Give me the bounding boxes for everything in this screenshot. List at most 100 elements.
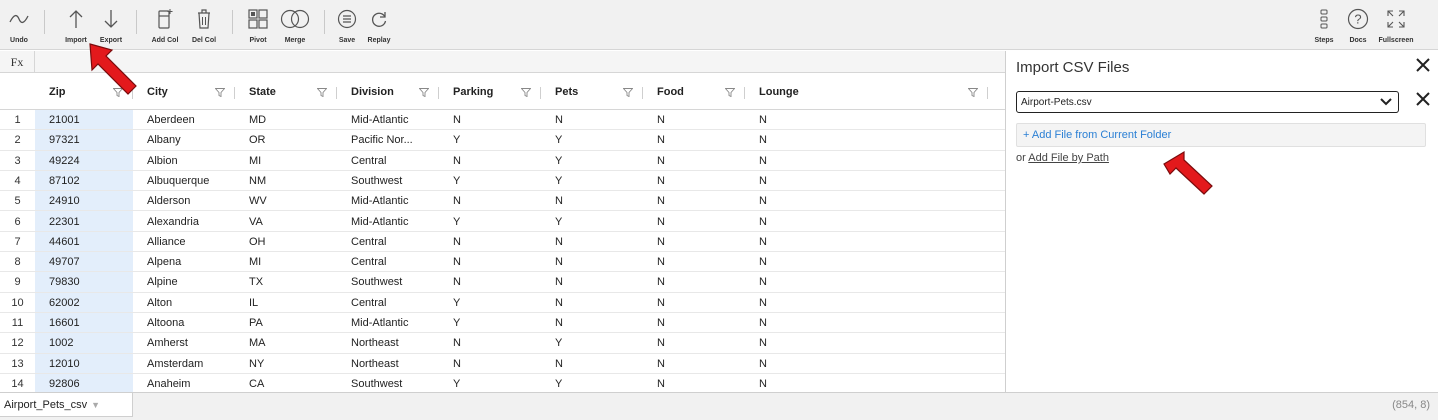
table-cell[interactable]: Alliance [147, 232, 235, 252]
table-cell[interactable]: PA [249, 313, 337, 333]
table-cell[interactable]: N [555, 252, 643, 272]
del-col-button[interactable]: Del Col [188, 4, 220, 44]
table-cell[interactable]: 97321 [49, 130, 133, 150]
table-cell[interactable]: N [453, 354, 541, 374]
filter-icon[interactable] [520, 88, 532, 100]
table-cell[interactable]: N [657, 272, 745, 292]
table-cell[interactable]: 62002 [49, 293, 133, 313]
table-cell[interactable]: Central [351, 252, 439, 272]
table-cell[interactable]: Mid-Atlantic [351, 313, 439, 333]
docs-button[interactable]: ? Docs [1344, 4, 1372, 44]
row-number[interactable]: 8 [0, 252, 35, 272]
file-select[interactable]: Airport-Pets.csv [1016, 91, 1399, 113]
table-cell[interactable]: 16601 [49, 313, 133, 333]
table-cell[interactable]: Alpine [147, 272, 235, 292]
table-cell[interactable]: Albany [147, 130, 235, 150]
table-cell[interactable]: N [759, 313, 988, 333]
column-header[interactable]: State [235, 74, 337, 110]
table-row[interactable]: 14 92806 Anaheim CA Southwest Y Y N N [0, 374, 1005, 392]
table-cell[interactable]: N [759, 212, 988, 232]
filter-icon[interactable] [622, 88, 634, 100]
table-row[interactable]: 13 12010 Amsterdam NY Northeast N N N N [0, 354, 1005, 374]
pivot-button[interactable]: Pivot [244, 4, 272, 44]
table-cell[interactable]: VA [249, 212, 337, 232]
filter-icon[interactable] [724, 88, 736, 100]
table-cell[interactable]: Y [555, 212, 643, 232]
table-cell[interactable]: Alexandria [147, 212, 235, 232]
row-number[interactable]: 1 [0, 110, 35, 130]
undo-button[interactable]: Undo [6, 4, 32, 44]
table-cell[interactable]: IL [249, 293, 337, 313]
column-header[interactable]: Parking [439, 74, 541, 110]
table-cell[interactable]: N [657, 374, 745, 392]
table-cell[interactable]: N [555, 272, 643, 292]
table-cell[interactable]: Albion [147, 151, 235, 171]
table-cell[interactable]: N [759, 272, 988, 292]
table-cell[interactable]: OR [249, 130, 337, 150]
table-cell[interactable]: Y [555, 151, 643, 171]
column-header[interactable]: Lounge [745, 74, 988, 110]
table-cell[interactable]: 87102 [49, 171, 133, 191]
row-number[interactable]: 13 [0, 354, 35, 374]
table-cell[interactable]: Anaheim [147, 374, 235, 392]
table-cell[interactable]: 44601 [49, 232, 133, 252]
table-cell[interactable]: N [759, 354, 988, 374]
add-file-current-folder-button[interactable]: + Add File from Current Folder [1016, 123, 1426, 147]
table-cell[interactable]: Alton [147, 293, 235, 313]
table-row[interactable]: 2 97321 Albany OR Pacific Nor... Y Y N N [0, 130, 1005, 151]
table-cell[interactable]: Y [555, 333, 643, 353]
table-row[interactable]: 11 16601 Altoona PA Mid-Atlantic Y N N N [0, 313, 1005, 334]
table-cell[interactable]: Southwest [351, 171, 439, 191]
table-cell[interactable]: N [453, 110, 541, 130]
sheet-tab[interactable]: Airport_Pets_csv ▼ [0, 393, 133, 417]
column-header[interactable]: City [133, 74, 235, 110]
save-button[interactable]: Save [334, 4, 360, 44]
table-cell[interactable]: WV [249, 191, 337, 211]
row-number[interactable]: 3 [0, 151, 35, 171]
table-cell[interactable]: Y [555, 171, 643, 191]
table-cell[interactable]: N [555, 293, 643, 313]
row-number[interactable]: 6 [0, 212, 35, 232]
table-cell[interactable]: N [453, 333, 541, 353]
table-cell[interactable]: Southwest [351, 272, 439, 292]
table-cell[interactable]: Albuquerque [147, 171, 235, 191]
table-cell[interactable]: N [657, 212, 745, 232]
table-cell[interactable]: N [657, 151, 745, 171]
column-header[interactable]: Division [337, 74, 439, 110]
close-panel-icon[interactable] [1416, 55, 1430, 78]
table-row[interactable]: 9 79830 Alpine TX Southwest N N N N [0, 272, 1005, 293]
table-cell[interactable]: Y [453, 212, 541, 232]
table-row[interactable]: 8 49707 Alpena MI Central N N N N [0, 252, 1005, 273]
table-cell[interactable]: 92806 [49, 374, 133, 392]
table-cell[interactable]: N [657, 333, 745, 353]
table-cell[interactable]: Central [351, 151, 439, 171]
table-cell[interactable]: Y [555, 130, 643, 150]
table-cell[interactable]: N [657, 110, 745, 130]
table-cell[interactable]: Mid-Atlantic [351, 212, 439, 232]
table-cell[interactable]: Southwest [351, 374, 439, 392]
table-cell[interactable]: N [657, 354, 745, 374]
add-file-by-path-link[interactable]: Add File by Path [1028, 152, 1109, 164]
filter-icon[interactable] [214, 88, 226, 100]
table-cell[interactable]: Aberdeen [147, 110, 235, 130]
table-row[interactable]: 10 62002 Alton IL Central Y N N N [0, 293, 1005, 313]
table-cell[interactable]: Central [351, 232, 439, 252]
row-number[interactable]: 9 [0, 272, 35, 292]
table-row[interactable]: 7 44601 Alliance OH Central N N N N [0, 232, 1005, 253]
table-cell[interactable]: N [657, 130, 745, 150]
table-cell[interactable]: N [759, 110, 988, 130]
column-header[interactable]: Pets [541, 74, 643, 110]
table-cell[interactable]: Y [453, 130, 541, 150]
table-row[interactable]: 1 21001 Aberdeen MD Mid-Atlantic N N N N [0, 110, 1005, 131]
table-cell[interactable]: MD [249, 110, 337, 130]
table-row[interactable]: 5 24910 Alderson WV Mid-Atlantic N N N N [0, 191, 1005, 212]
row-number[interactable]: 5 [0, 191, 35, 211]
table-cell[interactable]: 49224 [49, 151, 133, 171]
table-cell[interactable]: Amherst [147, 333, 235, 353]
table-cell[interactable]: N [453, 191, 541, 211]
table-cell[interactable]: Amsterdam [147, 354, 235, 374]
row-number[interactable]: 4 [0, 171, 35, 191]
fullscreen-button[interactable]: Fullscreen [1376, 4, 1416, 44]
replay-button[interactable]: Replay [364, 4, 394, 44]
import-button[interactable]: Import [62, 4, 90, 44]
